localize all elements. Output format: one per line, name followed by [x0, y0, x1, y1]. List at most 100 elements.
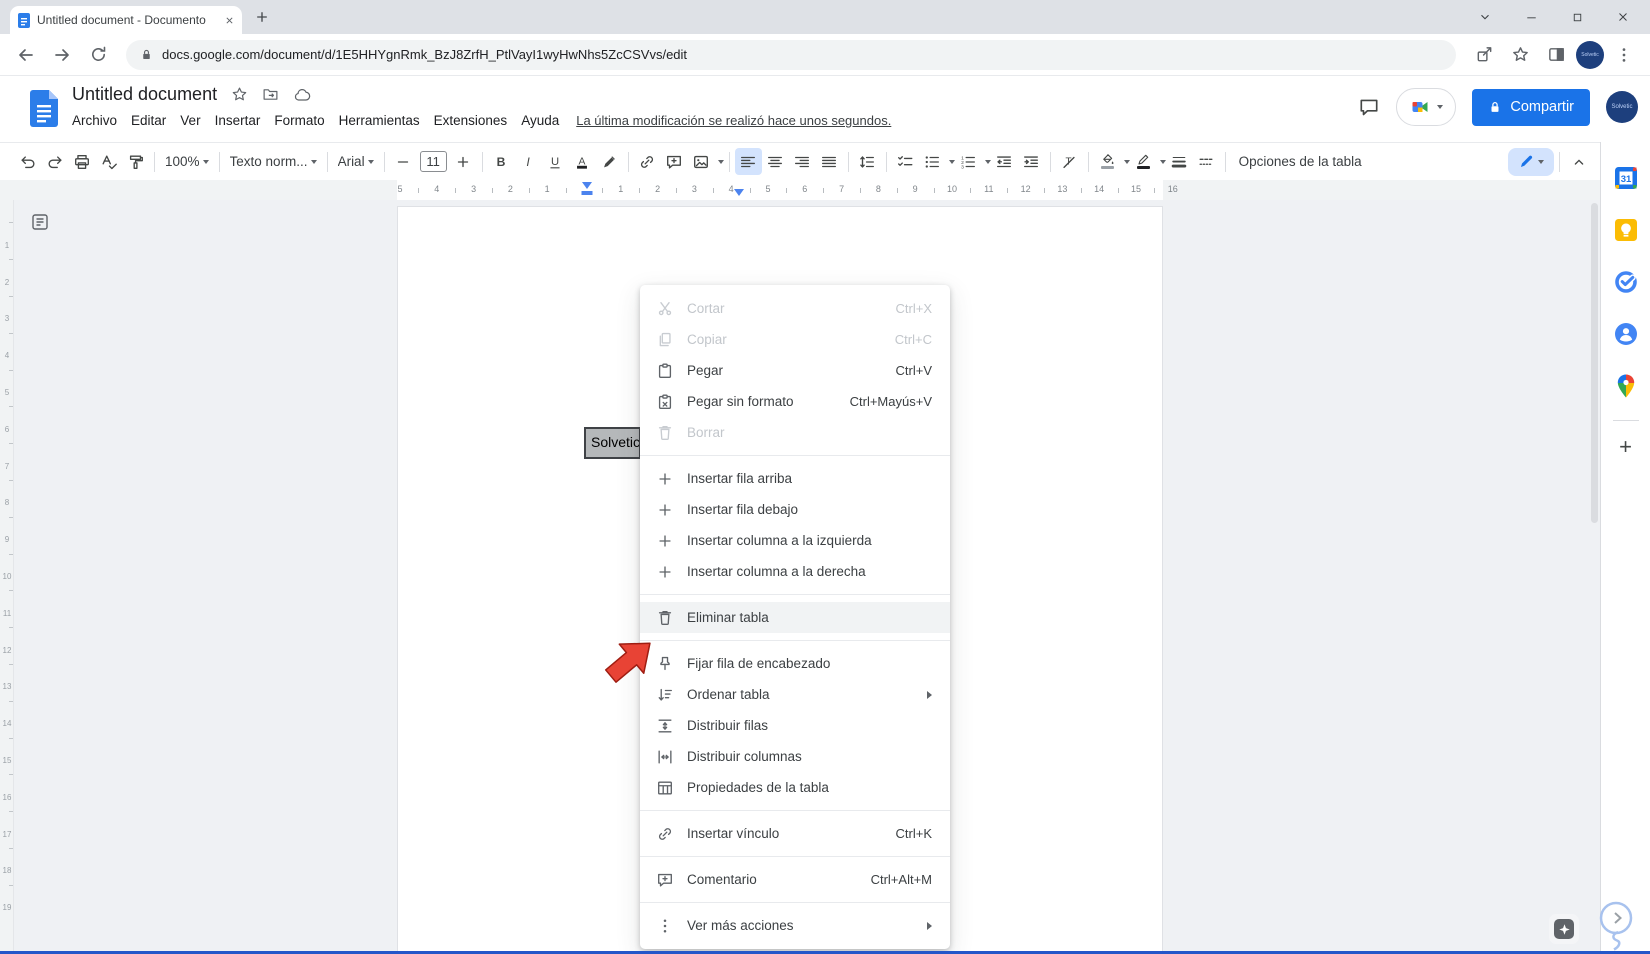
zoom-select[interactable]: 100% [160, 148, 214, 175]
editing-mode-button[interactable] [1508, 147, 1554, 176]
menu-item-insert-link[interactable]: Insertar vínculo Ctrl+K [640, 818, 950, 849]
menubar-item-2[interactable]: Ver [173, 110, 207, 131]
paragraph-style-select[interactable]: Texto norm... [225, 148, 322, 175]
menubar-item-1[interactable]: Editar [124, 110, 173, 131]
open-comments-icon[interactable] [1358, 96, 1380, 118]
menu-item-sort-table[interactable]: Ordenar tabla [640, 679, 950, 710]
italic-button[interactable]: I [515, 148, 542, 175]
numbered-list-button[interactable]: 123 [955, 148, 982, 175]
menubar-item-0[interactable]: Archivo [65, 110, 124, 131]
increase-font-size-button[interactable] [450, 148, 477, 175]
menu-item-see-more-actions[interactable]: Ver más acciones [640, 910, 950, 941]
new-tab-button[interactable] [254, 9, 270, 25]
browser-profile-avatar[interactable]: Solvetic [1576, 40, 1604, 69]
paint-format-button[interactable] [122, 148, 149, 175]
menu-item-insert-column-left[interactable]: Insertar columna a la izquierda [640, 525, 950, 556]
tab-search-icon[interactable] [1462, 0, 1508, 34]
bulleted-list-button[interactable] [919, 148, 946, 175]
increase-indent-button[interactable] [1018, 148, 1045, 175]
insert-link-button[interactable] [634, 148, 661, 175]
highlight-color-button[interactable] [596, 148, 623, 175]
document-status-cloud-icon[interactable] [293, 86, 311, 104]
menu-item-paste-without-formatting[interactable]: Pegar sin formato Ctrl+Mayús+V [640, 386, 950, 417]
maximize-button[interactable] [1554, 0, 1600, 34]
share-page-icon[interactable] [1468, 39, 1500, 71]
menu-item-insert-column-right[interactable]: Insertar columna a la derecha [640, 556, 950, 587]
tab-close-button[interactable] [225, 16, 234, 25]
decrease-indent-button[interactable] [991, 148, 1018, 175]
insert-image-button[interactable] [688, 148, 715, 175]
align-justify-button[interactable] [816, 148, 843, 175]
align-left-button[interactable] [734, 148, 762, 175]
align-center-button[interactable] [762, 148, 789, 175]
menubar-item-7[interactable]: Ayuda [514, 110, 566, 131]
address-bar[interactable]: docs.google.com/document/d/1E5HHYgnRmk_B… [126, 39, 1456, 70]
menubar-item-6[interactable]: Extensiones [427, 110, 515, 131]
join-meet-button[interactable] [1396, 88, 1457, 126]
menu-item-comment[interactable]: Comentario Ctrl+Alt+M [640, 864, 950, 895]
menu-item-insert-row-above[interactable]: Insertar fila arriba [640, 463, 950, 494]
font-family-select[interactable]: Arial [333, 148, 379, 175]
spellcheck-button[interactable] [95, 148, 122, 175]
google-docs-logo[interactable] [30, 90, 58, 132]
google-calendar-button[interactable]: 31 [1606, 152, 1646, 204]
hide-menus-button[interactable] [1565, 148, 1592, 175]
move-document-icon[interactable] [262, 86, 279, 103]
reload-button[interactable] [82, 39, 114, 71]
minimize-button[interactable] [1508, 0, 1554, 34]
fill-color-button[interactable] [1094, 148, 1121, 175]
menu-item-distribute-rows[interactable]: Distribuir filas [640, 710, 950, 741]
clear-formatting-button[interactable]: T [1056, 148, 1083, 175]
side-panel-icon[interactable] [1540, 39, 1572, 71]
checklist-button[interactable] [892, 148, 919, 175]
border-width-button[interactable] [1166, 148, 1193, 175]
insert-comment-button[interactable] [661, 148, 688, 175]
share-button[interactable]: Compartir [1472, 88, 1590, 126]
menu-item-pin-header-row[interactable]: Fijar fila de encabezado [640, 648, 950, 679]
document-outline-button[interactable] [30, 212, 50, 237]
line-spacing-button[interactable] [854, 148, 881, 175]
table-options-button[interactable]: Opciones de la tabla [1231, 154, 1370, 169]
horizontal-ruler[interactable]: 5 4 3 2 1 1 2 3 4 5 6 7 8 9 10 11 12 13 14 15 16 [0, 180, 1600, 200]
forward-button[interactable] [46, 39, 78, 71]
close-button[interactable] [1600, 0, 1646, 34]
menubar-item-4[interactable]: Formato [267, 110, 331, 131]
decrease-font-size-button[interactable] [390, 148, 417, 175]
vertical-ruler[interactable]: 1 2 3 4 5 6 7 8 9 10 11 12 13 14 15 16 17 18 19 [0, 200, 14, 951]
menu-item-delete-table[interactable]: Eliminar tabla [640, 602, 950, 633]
vertical-scrollbar[interactable] [1591, 203, 1598, 523]
text-color-button[interactable]: A [569, 148, 596, 175]
get-addons-button[interactable]: + [1606, 427, 1646, 467]
last-edit-status-link[interactable]: La última modificación se realizó hace u… [576, 113, 891, 128]
border-dash-button[interactable] [1193, 148, 1220, 175]
menu-item-insert-row-below[interactable]: Insertar fila debajo [640, 494, 950, 525]
left-indent-marker[interactable] [582, 182, 592, 189]
back-button[interactable] [10, 39, 42, 71]
google-maps-button[interactable] [1606, 360, 1646, 412]
star-document-icon[interactable] [231, 86, 248, 103]
selected-table-cell[interactable]: Solvetic [584, 427, 641, 459]
undo-button[interactable] [14, 148, 41, 175]
google-keep-button[interactable] [1606, 204, 1646, 256]
google-tasks-button[interactable] [1606, 256, 1646, 308]
menu-item-table-properties[interactable]: Propiedades de la tabla [640, 772, 950, 803]
bold-button[interactable]: B [488, 148, 515, 175]
align-right-button[interactable] [789, 148, 816, 175]
menu-item-distribute-columns[interactable]: Distribuir columnas [640, 741, 950, 772]
google-contacts-button[interactable] [1606, 308, 1646, 360]
document-title[interactable]: Untitled document [72, 84, 217, 105]
border-color-button[interactable] [1130, 148, 1157, 175]
browser-menu-icon[interactable] [1608, 39, 1640, 71]
font-size-input[interactable]: 11 [419, 151, 447, 172]
bookmark-star-icon[interactable] [1504, 39, 1536, 71]
right-indent-marker[interactable] [734, 189, 744, 196]
browser-tab[interactable]: Untitled document - Documento [10, 6, 242, 34]
menubar-item-3[interactable]: Insertar [208, 110, 268, 131]
menubar-item-5[interactable]: Herramientas [332, 110, 427, 131]
menu-item-paste[interactable]: Pegar Ctrl+V [640, 355, 950, 386]
explore-button[interactable] [1549, 914, 1579, 944]
redo-button[interactable] [41, 148, 68, 175]
left-indent-bar-marker[interactable] [581, 191, 593, 195]
print-button[interactable] [68, 148, 95, 175]
account-avatar[interactable]: Solvetic [1606, 91, 1638, 123]
